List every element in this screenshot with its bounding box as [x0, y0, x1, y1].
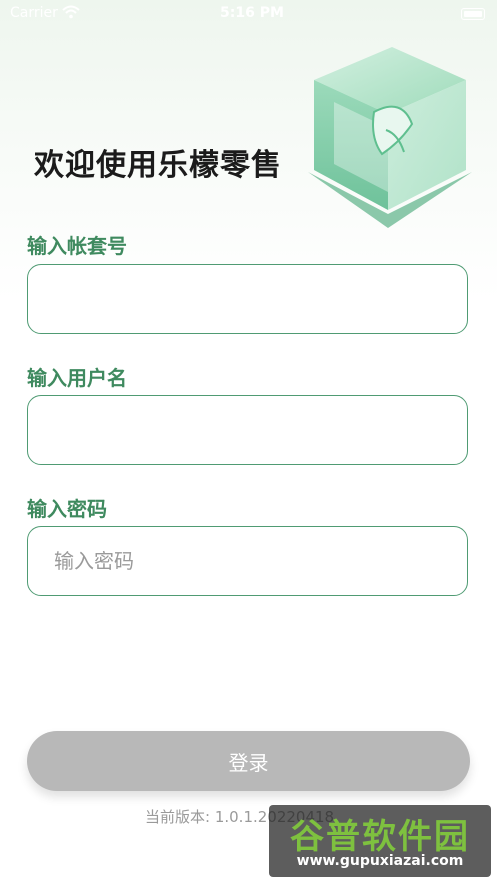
account-label: 输入帐套号	[27, 234, 127, 258]
login-button[interactable]: 登录	[27, 731, 470, 791]
wifi-icon	[62, 5, 80, 23]
watermark-url: www.gupuxiazai.com	[296, 853, 464, 869]
password-input[interactable]	[28, 527, 467, 595]
page-title: 欢迎使用乐檬零售	[34, 148, 282, 183]
username-input[interactable]	[28, 396, 467, 464]
carrier-label: Carrier	[10, 5, 58, 21]
username-field	[27, 395, 468, 465]
account-field	[27, 264, 468, 334]
watermark-title: 谷普软件园	[290, 817, 470, 857]
app-logo-cube-icon	[308, 47, 472, 228]
status-bar: Carrier 5:16 PM	[0, 0, 497, 28]
account-input[interactable]	[28, 265, 467, 333]
watermark: 谷普软件园 www.gupuxiazai.com	[269, 805, 491, 877]
status-time: 5:16 PM	[220, 5, 284, 21]
battery-icon	[461, 8, 485, 20]
username-label: 输入用户名	[27, 366, 127, 390]
password-field	[27, 526, 468, 596]
password-label: 输入密码	[27, 497, 107, 521]
